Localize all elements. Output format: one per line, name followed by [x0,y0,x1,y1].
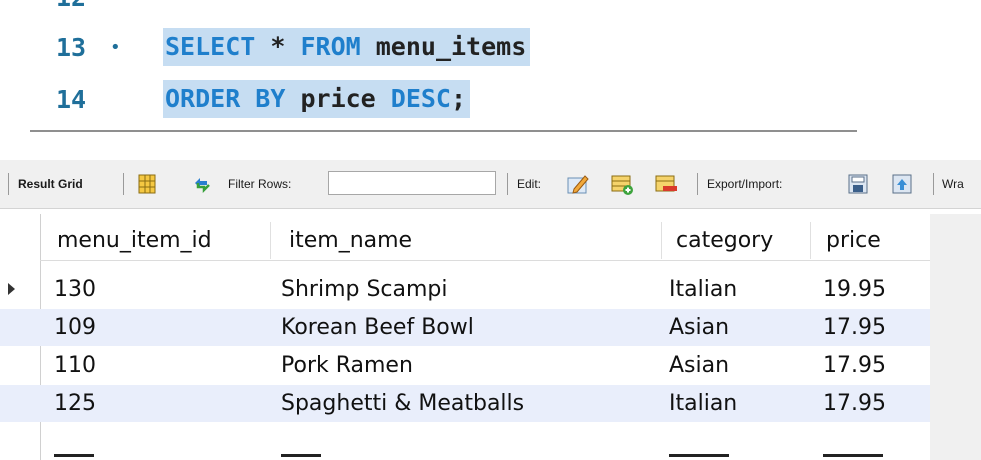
result-grid[interactable]: menu_item_id item_name category price 13… [0,214,981,460]
grid-layout-icon[interactable] [135,172,159,196]
cell-category[interactable]: Asian [669,309,729,346]
cell-category[interactable]: Italian [669,271,737,308]
column-header-price[interactable]: price [826,222,881,259]
import-icon[interactable] [890,172,914,196]
sql-text: menu_items [360,32,527,61]
cut-off-text [54,454,94,457]
toolbar-separator [697,173,698,195]
cell-category[interactable]: Italian [669,385,737,422]
sql-text: * [255,32,301,61]
add-row-icon[interactable] [610,172,634,196]
editor-divider [30,130,857,132]
cell-menu-item-id[interactable]: 109 [54,309,96,346]
cell-price[interactable]: 17.95 [823,309,886,346]
column-header-menu-item-id[interactable]: menu_item_id [57,222,212,259]
table-row[interactable]: 109 Korean Beef Bowl Asian 17.95 [0,309,930,346]
cell-menu-item-id[interactable]: 110 [54,347,96,384]
table-row[interactable]: 130 Shrimp Scampi Italian 19.95 [0,271,930,308]
line-number: 14 [56,85,87,114]
cut-off-text [669,454,729,457]
code-line-14[interactable]: 14 ORDER BY price DESC; [0,80,981,120]
cell-category[interactable]: Asian [669,347,729,384]
sql-code[interactable]: ORDER BY price DESC; [163,80,471,118]
cell-price[interactable]: 17.95 [823,385,886,422]
result-grid-tab[interactable]: Result Grid [18,160,83,208]
column-divider[interactable] [661,222,662,259]
table-row[interactable]: 110 Pork Ramen Asian 17.95 [0,347,930,384]
toolbar-separator [123,173,124,195]
line-number: 12 [56,0,100,18]
toolbar-separator [507,173,508,195]
sql-text: ; [451,84,467,113]
sql-editor[interactable]: 12 13 • SELECT * FROM menu_items 14 ORDE… [0,0,981,160]
filter-rows-label: Filter Rows: [228,177,292,191]
current-row-icon [8,283,15,295]
sql-keyword: ORDER BY [165,84,286,113]
sql-text: price [285,84,391,113]
table-row-partial[interactable] [0,454,930,460]
grid-background [930,214,981,460]
sql-keyword: SELECT [165,32,256,61]
sql-keyword: FROM [300,32,361,61]
cell-menu-item-id[interactable]: 130 [54,271,96,308]
line-number: 13 [56,33,87,62]
toolbar-separator [8,173,9,195]
row-border [40,260,930,261]
filter-rows-input[interactable] [328,171,496,195]
statement-marker-icon: • [110,37,121,58]
column-header-item-name[interactable]: item_name [289,222,412,259]
grid-header-row: menu_item_id item_name category price [0,222,930,259]
column-header-category[interactable]: category [676,222,773,259]
export-import-label: Export/Import: [707,177,783,191]
column-divider[interactable] [810,222,811,259]
sql-keyword: DESC [390,84,451,113]
cell-price[interactable]: 19.95 [823,271,886,308]
column-divider[interactable] [270,222,271,259]
code-line-13[interactable]: 13 • SELECT * FROM menu_items [0,28,981,68]
cut-off-text [281,454,321,457]
table-row[interactable]: 125 Spaghetti & Meatballs Italian 17.95 [0,385,930,422]
result-toolbar: Result Grid Filter Rows: Edit: Export/Im… [0,160,981,209]
export-icon[interactable] [846,172,870,196]
delete-row-icon[interactable] [654,172,678,196]
edit-pencil-icon[interactable] [566,172,590,196]
cell-menu-item-id[interactable]: 125 [54,385,96,422]
cut-off-text [823,454,883,457]
toolbar-separator [933,173,934,195]
cell-item-name[interactable]: Pork Ramen [281,347,413,384]
cell-item-name[interactable]: Korean Beef Bowl [281,309,474,346]
edit-label: Edit: [517,177,542,191]
refresh-icon[interactable] [190,172,214,196]
cell-price[interactable]: 17.95 [823,347,886,384]
code-line-12: 12 [0,0,981,18]
cell-item-name[interactable]: Spaghetti & Meatballs [281,385,524,422]
cell-item-name[interactable]: Shrimp Scampi [281,271,448,308]
wrap-cell-label[interactable]: Wra [942,160,964,208]
sql-code[interactable]: SELECT * FROM menu_items [163,28,531,66]
